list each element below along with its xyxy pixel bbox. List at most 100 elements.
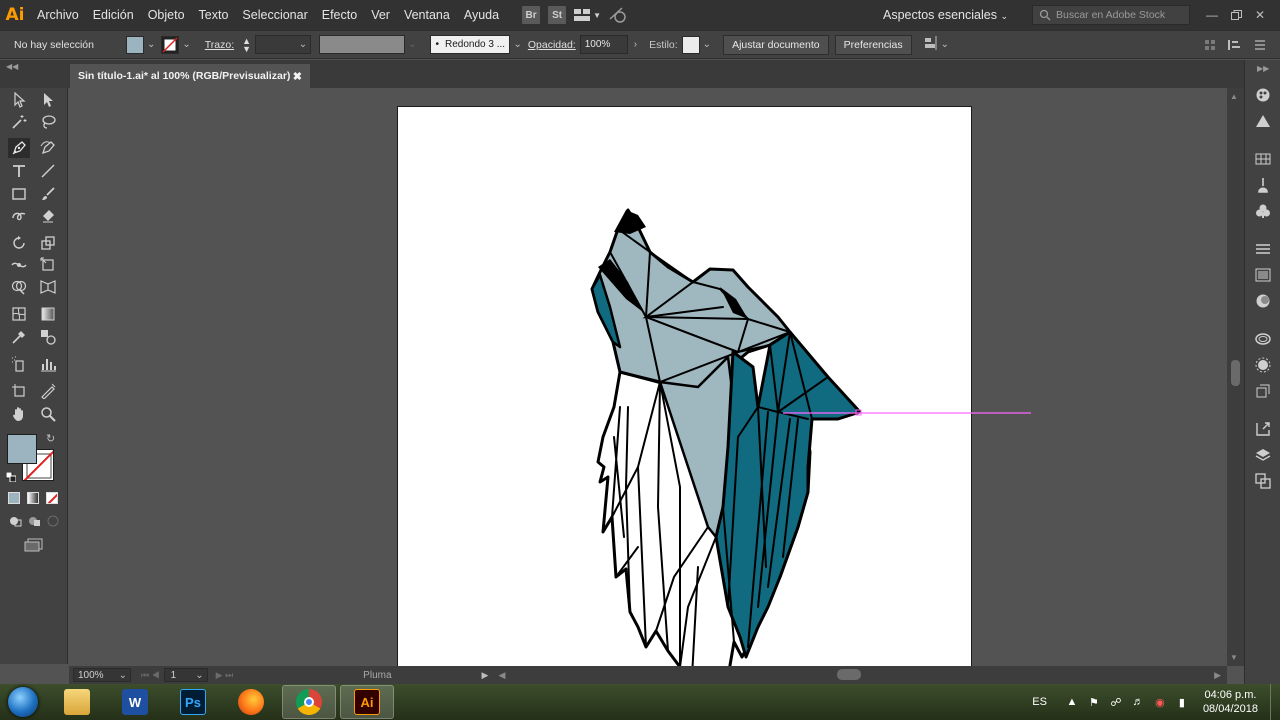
brushes-panel-icon[interactable] [1254,176,1272,194]
width-tool-icon[interactable] [8,255,30,275]
taskbar-firefox[interactable] [224,685,278,719]
preferences-button[interactable]: Preferencias [834,34,912,55]
taskbar-word[interactable]: W [108,685,162,719]
scroll-right-icon[interactable]: ▶ [1214,670,1221,681]
type-tool-icon[interactable] [8,161,30,181]
layers-link-icon[interactable] [1254,382,1272,400]
direct-selection-tool-icon[interactable] [37,90,59,110]
swap-colors-icon[interactable]: ↻ [46,432,55,445]
next-artboard-icon[interactable]: ▶ ⏭ [216,670,234,681]
rectangle-tool-icon[interactable] [8,184,30,204]
gpu-performance-icon[interactable] [609,6,627,24]
stock-button[interactable]: St [548,6,567,24]
lasso-tool-icon[interactable] [37,112,59,132]
opacity-label[interactable]: Opacidad: [528,39,576,51]
perspective-grid-tool-icon[interactable] [37,277,59,297]
chevron-down-icon[interactable]: ⌄ [941,39,949,50]
fill-color-front[interactable] [7,434,37,464]
graphic-styles-icon[interactable] [1254,356,1272,374]
gradient-mode-button[interactable] [27,492,39,504]
chevron-down-icon[interactable]: ⌄ [703,39,711,50]
wolf-artwork[interactable] [398,107,971,666]
hand-tool-icon[interactable] [8,404,30,424]
minimize-icon[interactable]: — [1200,0,1224,30]
stroke-swatch[interactable] [161,35,180,54]
close-icon[interactable]: ✕ [1248,0,1272,30]
stroke-weight-field[interactable]: ⌄ [255,35,312,54]
export-panel-icon[interactable] [1254,420,1272,438]
paintbrush-tool-icon[interactable] [37,184,59,204]
symbols-panel-icon[interactable] [1254,202,1272,220]
appearance-panel-icon[interactable] [1254,330,1272,348]
menu-ver[interactable]: Ver [364,0,397,30]
chevron-down-icon[interactable]: ⌄ [147,39,155,50]
selection-tool-icon[interactable] [8,90,30,110]
artboard-tool-icon[interactable] [8,381,30,401]
blend-tool-icon[interactable] [37,327,59,347]
artboard[interactable] [398,107,971,666]
scroll-up-icon[interactable]: ▲ [1230,92,1238,101]
draw-behind-icon[interactable] [27,514,41,528]
arrange-documents-icon[interactable]: ▼ [574,6,601,24]
volume-icon[interactable]: ♬ [1130,694,1146,710]
menu-efecto[interactable]: Efecto [315,0,364,30]
security-icon[interactable]: ◉ [1152,694,1168,710]
magic-wand-tool-icon[interactable] [8,112,30,132]
line-tool-icon[interactable] [37,161,59,181]
variable-width-profile[interactable] [319,35,406,54]
scroll-down-icon[interactable]: ▼ [1230,653,1238,662]
chevron-down-icon[interactable]: ⌄ [513,39,521,50]
menu-objeto[interactable]: Objeto [141,0,192,30]
power-icon[interactable]: ▮ [1174,694,1190,710]
restore-icon[interactable] [1224,0,1248,30]
first-artboard-icon[interactable]: ⏮ ◀ [141,670,160,681]
graphic-style-swatch[interactable] [681,35,700,54]
language-indicator[interactable]: ES [1032,696,1047,708]
scroll-thumb[interactable] [1231,360,1240,386]
transparency-panel-icon[interactable] [1254,292,1272,310]
align-icon[interactable] [924,36,938,53]
gradient-tool-icon[interactable] [37,304,59,324]
artboard-number-field[interactable]: 1 ⌄ [163,668,208,682]
taskbar-illustrator[interactable]: Ai [340,685,394,719]
stepper-icon[interactable]: ▲ ▼ [242,36,251,53]
screen-mode-icon[interactable] [24,538,44,552]
zoom-field[interactable]: 100% ⌄ [73,668,131,682]
network-icon[interactable]: ☍ [1108,694,1124,710]
canvas-area[interactable] [69,88,1227,666]
shaper-tool-icon[interactable] [8,206,30,226]
stock-search-input[interactable]: Buscar en Adobe Stock [1032,5,1190,25]
show-desktop-button[interactable] [1270,684,1280,720]
opacity-field[interactable]: 100% [579,35,628,54]
none-mode-button[interactable] [46,492,58,504]
menu-edicion[interactable]: Edición [86,0,141,30]
scroll-left-icon[interactable]: ◀ [498,670,505,681]
scale-tool-icon[interactable] [37,233,59,253]
taskbar-explorer[interactable] [50,685,104,719]
color-mode-button[interactable] [8,492,20,504]
slice-tool-icon[interactable] [37,381,59,401]
eraser-tool-icon[interactable] [37,206,59,226]
workspace-switcher[interactable]: Aspectos esenciales ⌄ [883,8,1008,22]
curvature-tool-icon[interactable] [37,138,59,158]
collapse-panels-icon[interactable]: ◀◀ [6,62,18,71]
chevron-down-icon[interactable]: ⌄ [182,39,190,50]
zoom-tool-icon[interactable] [37,404,59,424]
mesh-tool-icon[interactable] [8,304,30,324]
taskbar-chrome[interactable] [282,685,336,719]
stroke-label[interactable]: Trazo: [205,39,234,51]
gradient-panel-icon[interactable] [1254,266,1272,284]
menu-ayuda[interactable]: Ayuda [457,0,506,30]
horizontal-scroll-thumb[interactable] [837,669,861,680]
vertical-scrollbar[interactable]: ▲ ▼ [1227,88,1244,666]
layers-panel-icon[interactable] [1254,446,1272,464]
menu-seleccionar[interactable]: Seleccionar [235,0,314,30]
menu-texto[interactable]: Texto [192,0,236,30]
artboards-panel-icon[interactable] [1254,472,1272,490]
fit-document-button[interactable]: Ajustar documento [723,34,829,55]
draw-inside-icon[interactable] [46,514,60,528]
brush-definition[interactable]: • Redondo 3 ... [430,35,511,54]
swatches-panel-icon[interactable] [1254,150,1272,168]
taskbar-photoshop[interactable]: Ps [166,685,220,719]
default-colors-icon[interactable] [5,471,17,483]
